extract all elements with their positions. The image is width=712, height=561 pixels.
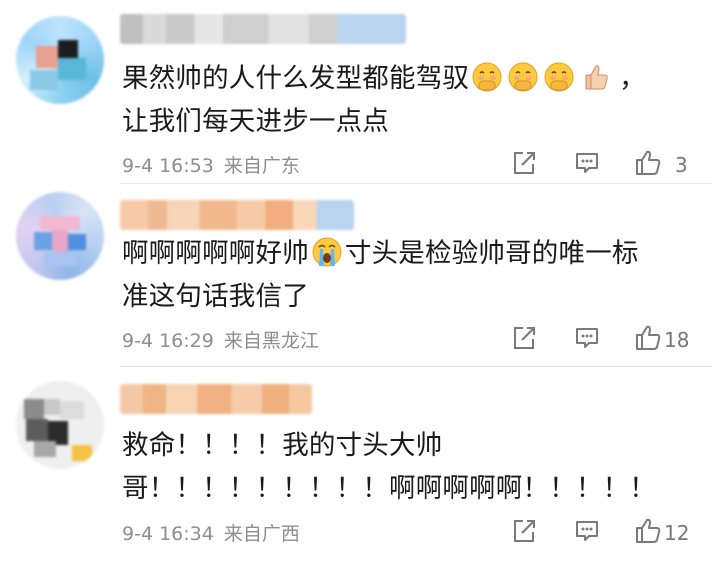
comment-item-1: 果然帅的人什么发型都能驾驭 ， 让我们每天进步一点点 9-4 16:53 来自广… — [0, 0, 712, 184]
reply-button[interactable] — [573, 519, 601, 547]
comment-icon — [573, 517, 601, 549]
share-icon — [510, 149, 538, 181]
like-button[interactable] — [633, 323, 663, 357]
shy-hand-over-mouth-emoji — [543, 61, 575, 93]
share-button[interactable] — [510, 519, 538, 547]
reply-button[interactable] — [573, 326, 601, 354]
comment-time: 9-4 16:29 — [122, 330, 214, 352]
avatar[interactable] — [16, 16, 104, 104]
loudly-crying-emoji — [311, 236, 343, 268]
thumbs-up-icon — [633, 148, 663, 182]
like-button[interactable] — [633, 516, 663, 550]
comment-text: 啊啊啊啊啊好帅 寸头是检验帅哥的唯一标 准这句话我信了 — [122, 236, 639, 312]
like-count: 12 — [664, 521, 690, 545]
share-button[interactable] — [510, 326, 538, 354]
comment-text: 救命！！！！我的寸头大帅 哥！！！！！！！！！啊啊啊啊啊！！！！！ — [122, 430, 656, 504]
comment-location: 来自广东 — [223, 155, 300, 177]
username[interactable] — [120, 384, 312, 414]
thumbs-up-icon — [633, 323, 663, 357]
shy-hand-over-mouth-emoji — [507, 61, 539, 93]
comment-meta: 9-4 16:53 来自广东 — [122, 152, 300, 180]
comment-icon — [573, 324, 601, 356]
reply-button[interactable] — [573, 151, 601, 179]
share-icon — [510, 517, 538, 549]
comment-item-2: 啊啊啊啊啊好帅 寸头是检验帅哥的唯一标 准这句话我信了 9-4 16:29 来自黑… — [0, 184, 712, 367]
share-icon — [510, 324, 538, 356]
comment-text: 果然帅的人什么发型都能驾驭 ， 让我们每天进步一点点 — [122, 61, 646, 137]
comment-location: 来自广西 — [223, 523, 300, 545]
comment-time: 9-4 16:34 — [122, 523, 214, 545]
avatar[interactable] — [16, 192, 104, 280]
like-button[interactable] — [633, 148, 663, 182]
thumbs-up-icon — [633, 516, 663, 550]
comment-icon — [573, 149, 601, 181]
username[interactable] — [120, 14, 406, 44]
shy-hand-over-mouth-emoji — [471, 61, 503, 93]
like-count: 3 — [675, 153, 688, 177]
comment-meta: 9-4 16:29 来自黑龙江 — [122, 327, 319, 355]
comment-item-3: 救命！！！！我的寸头大帅 哥！！！！！！！！！啊啊啊啊啊！！！！！ 9-4 16… — [0, 367, 712, 561]
username[interactable] — [120, 200, 354, 230]
comment-location: 来自黑龙江 — [223, 330, 319, 352]
thumbs-up-emoji — [579, 61, 611, 93]
comment-meta: 9-4 16:34 来自广西 — [122, 520, 300, 548]
share-button[interactable] — [510, 151, 538, 179]
comment-list: 果然帅的人什么发型都能驾驭 ， 让我们每天进步一点点 9-4 16:53 来自广… — [0, 0, 712, 561]
avatar[interactable] — [16, 381, 104, 469]
like-count: 18 — [664, 328, 690, 352]
comment-time: 9-4 16:53 — [122, 155, 214, 177]
